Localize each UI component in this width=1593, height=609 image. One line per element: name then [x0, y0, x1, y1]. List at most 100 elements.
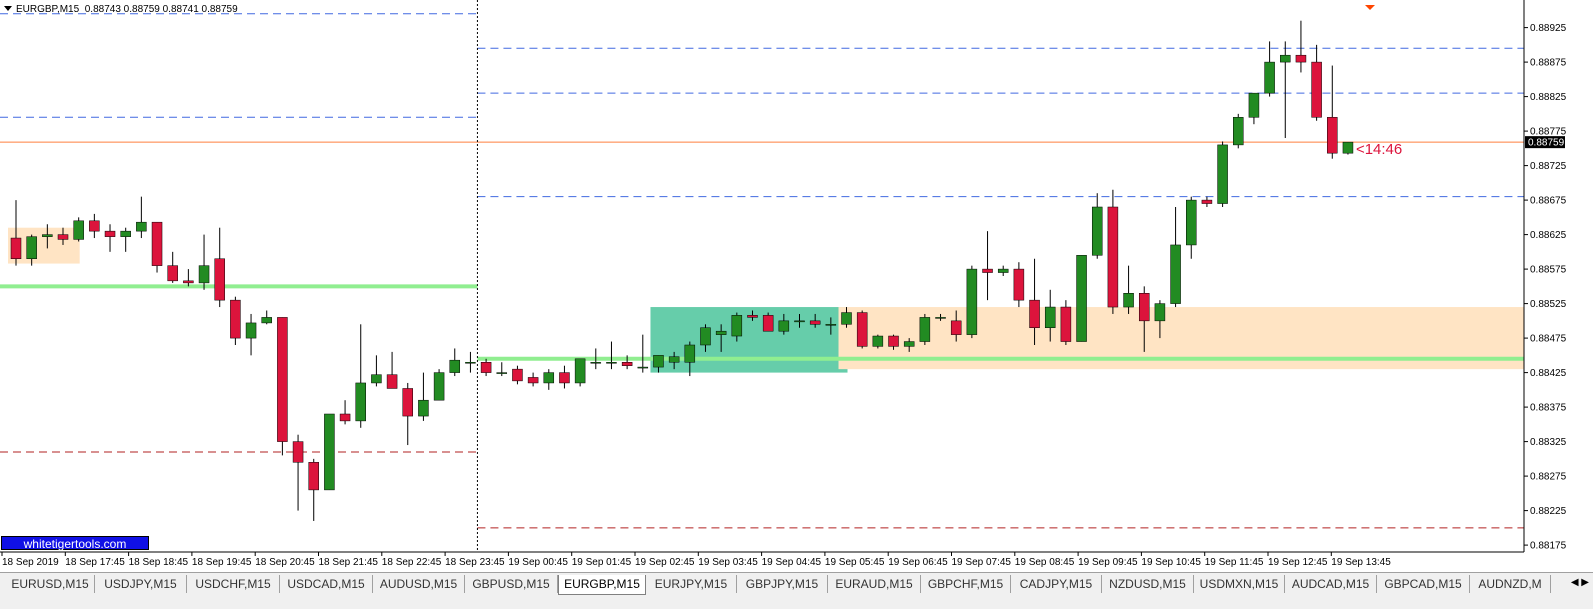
- candle-body-bull: [684, 344, 696, 363]
- candle: [1013, 262, 1025, 308]
- candle: [230, 296, 241, 345]
- candle: [355, 324, 366, 428]
- shift-marker-icon: [1365, 5, 1375, 10]
- candle: [1123, 265, 1134, 314]
- candle: [120, 227, 131, 252]
- tab-euraud-m15[interactable]: EURAUD,M15: [828, 575, 921, 593]
- candle-body-bear: [230, 299, 241, 339]
- candle: [480, 358, 492, 377]
- levels-layer: [0, 13, 1524, 529]
- tab-usdchf-m15[interactable]: USDCHF,M15: [187, 575, 280, 593]
- candle: [449, 348, 461, 377]
- candle: [1280, 41, 1291, 138]
- tab-gbpcad-m15[interactable]: GBPCAD,M15: [1377, 575, 1470, 593]
- watermark-label[interactable]: whitetigertools.com: [1, 536, 149, 551]
- tab-usdcad-m15[interactable]: USDCAD,M15: [280, 575, 373, 593]
- candle-body-bear: [1311, 61, 1322, 118]
- tab-gbpusd-m15[interactable]: GBPUSD,M15: [465, 575, 558, 593]
- tab-gbpjpy-m15[interactable]: GBPJPY,M15: [737, 575, 828, 593]
- chart-window[interactable]: <14:46 0.88925 0.88875 0.88825 0.88775 0.887…: [0, 0, 1593, 572]
- candle-body-bear: [167, 265, 178, 282]
- time-tick-label: 19 Sep 09:45: [1078, 557, 1138, 568]
- arrow-left-icon[interactable]: ◀: [1571, 577, 1579, 588]
- tab-usdjpy-m15[interactable]: USDJPY,M15: [95, 575, 187, 593]
- candle-body-bear: [57, 234, 69, 240]
- candle: [292, 434, 304, 511]
- price-tick-label: 0.88625: [1530, 230, 1567, 241]
- time-tick-label: 18 Sep 18:45: [129, 557, 189, 568]
- candle-body-bear: [308, 462, 319, 491]
- candle-body-bull: [1264, 61, 1275, 94]
- time-tick-label: 19 Sep 06:45: [888, 557, 948, 568]
- candle-body-bull: [1342, 141, 1354, 154]
- candle-body-bull: [543, 372, 555, 384]
- candle-body-bull: [496, 372, 508, 374]
- price-tick-label: 0.88175: [1530, 541, 1567, 552]
- time-tick-label: 18 Sep 23:45: [445, 557, 505, 568]
- candle-body-bull: [1170, 244, 1181, 304]
- tab-cadjpy-m15[interactable]: CADJPY,M15: [1011, 575, 1102, 593]
- tab-audcad-m15[interactable]: AUDCAD,M15: [1285, 575, 1377, 593]
- candle: [574, 358, 586, 387]
- candle: [89, 213, 100, 239]
- candle-body-bull: [606, 362, 617, 364]
- arrow-right-icon[interactable]: ▶: [1581, 577, 1589, 588]
- price-chart[interactable]: <14:46 0.889250.888750.888250.887750.887…: [0, 0, 1593, 572]
- time-tick-label: 18 Sep 22:45: [382, 557, 442, 568]
- candle: [418, 372, 429, 421]
- time-tick-label: 19 Sep 13:45: [1331, 557, 1391, 568]
- candle: [543, 369, 555, 390]
- chart-tab-bar: EURUSD,M15 USDJPY,M15 USDCHF,M15 USDCAD,M15…: [0, 572, 1593, 609]
- candle-body-bull: [794, 320, 805, 323]
- candle: [496, 362, 508, 377]
- tab-eurusd-m15[interactable]: EURUSD,M15: [6, 575, 95, 593]
- time-tick-label: 19 Sep 02:45: [635, 557, 695, 568]
- candle: [512, 365, 523, 385]
- candle-body-bull: [261, 317, 272, 324]
- tab-audusd-m15[interactable]: AUDUSD,M15: [373, 575, 465, 593]
- candle-body-bear: [527, 377, 539, 384]
- candle-body-bull: [1044, 306, 1056, 328]
- candle: [1327, 65, 1338, 159]
- candle: [966, 265, 978, 339]
- candle-body-bear: [512, 368, 523, 382]
- candle-body-bear: [1327, 117, 1338, 154]
- candle: [1076, 255, 1087, 342]
- time-tick-label: 18 Sep 19:45: [192, 557, 252, 568]
- tab-nzdusd-m15[interactable]: NZDUSD,M15: [1102, 575, 1194, 593]
- time-tick-label: 19 Sep 07:45: [952, 557, 1012, 568]
- price-tick-label: 0.88875: [1530, 58, 1567, 69]
- candle: [997, 265, 1009, 276]
- price-tick-label: 0.88375: [1530, 403, 1567, 414]
- candle-body-bull: [1154, 303, 1166, 322]
- tab-usdmxn-m15[interactable]: USDMXN,M15: [1194, 575, 1285, 593]
- candle-body-bull: [465, 362, 476, 364]
- time-tick-label: 18 Sep 17:45: [65, 557, 125, 568]
- candle: [637, 334, 649, 373]
- candle-body-bear: [277, 317, 288, 442]
- candle: [606, 341, 617, 370]
- candle-body-bear: [621, 362, 633, 366]
- ohlc-readout: 0.88743 0.88759 0.88741 0.88759: [84, 4, 238, 15]
- tab-eurjpy-m15[interactable]: EURJPY,M15: [646, 575, 737, 593]
- candle-body-bear: [1138, 293, 1150, 322]
- tab-gbpchf-m15[interactable]: GBPCHF,M15: [921, 575, 1011, 593]
- candle-body-bear: [10, 237, 22, 260]
- candle-body-bear: [762, 315, 774, 332]
- candle-body-bull: [668, 356, 680, 363]
- candle: [214, 227, 225, 308]
- tab-audnzd-m[interactable]: AUDNZD,M: [1470, 575, 1551, 593]
- symbol-title: EURGBP,M15: [16, 4, 80, 15]
- candle-body-bull: [42, 234, 53, 237]
- time-tick-label: 18 Sep 21:45: [319, 557, 379, 568]
- candle-body-bull: [1091, 206, 1103, 256]
- candle: [183, 269, 194, 287]
- candle: [1295, 20, 1307, 73]
- candle-body-bull: [245, 322, 257, 339]
- candle-body-bear: [89, 220, 100, 232]
- candle-body-bear: [1201, 199, 1213, 204]
- tab-eurgbp-m15[interactable]: EURGBP,M15: [558, 575, 646, 595]
- candle-body-bear: [183, 280, 194, 284]
- candle-body-bear: [1013, 268, 1025, 301]
- dropdown-triangle-icon[interactable]: [4, 6, 12, 11]
